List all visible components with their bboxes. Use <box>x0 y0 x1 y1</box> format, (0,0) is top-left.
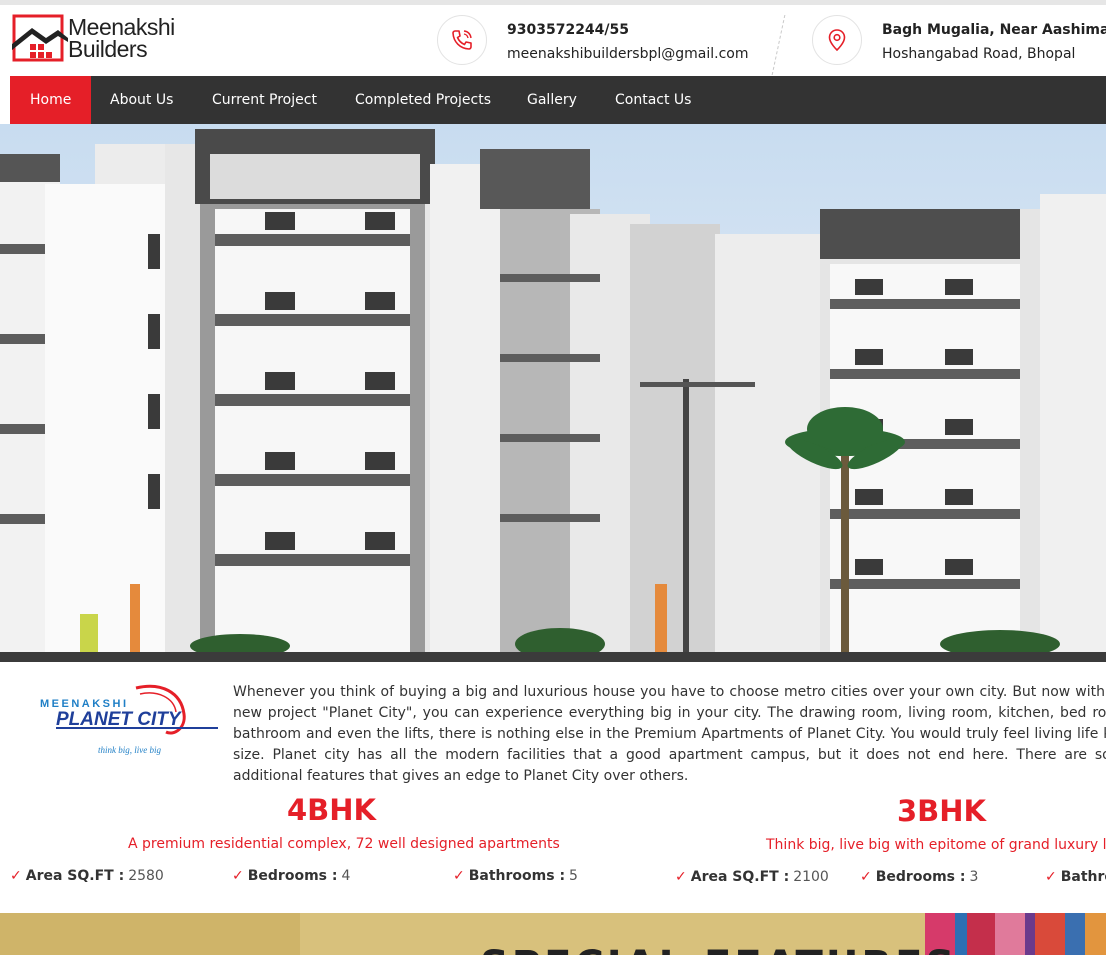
site-header: Meenakshi Builders 9303572244/55 meenaks… <box>0 5 1106 76</box>
planet-city-logo-line2: PLANET CITY <box>56 709 183 730</box>
spec-label: Bedrooms : <box>247 868 338 884</box>
logo-name-line2: Builders <box>68 36 148 62</box>
spec-bedrooms-4bhk: ✓ Bedrooms :4 <box>232 868 350 884</box>
spec-area-4bhk: ✓ Area SQ.FT :2580 <box>10 868 164 884</box>
logo-name-line1: Meenakshi <box>68 14 175 40</box>
spec-label: Bathro <box>1060 869 1106 885</box>
spec-value: 2100 <box>793 869 829 885</box>
address-line2: Hoshangabad Road, Bhopal <box>882 46 1076 62</box>
check-icon: ✓ <box>10 868 22 884</box>
planet-city-logo-tagline: think big, live big <box>98 745 161 755</box>
section-title-special-features: SPECIAL FEATURES <box>480 943 957 955</box>
bhk-title-4bhk: 4BHK <box>287 793 377 827</box>
planet-city-logo: MEENAKSHI PLANET CITY think big, live bi… <box>36 680 226 760</box>
header-divider <box>758 15 786 75</box>
spec-value: 4 <box>341 868 351 884</box>
special-features-section: SPECIAL FEATURES <box>0 913 1106 955</box>
spec-bathrooms-4bhk: ✓ Bathrooms :5 <box>453 868 578 884</box>
email-address[interactable]: meenakshibuildersbpl@gmail.com <box>507 46 748 62</box>
hero-bottom-bar <box>0 652 1106 662</box>
location-pin-icon <box>812 15 862 65</box>
logo-house-icon <box>12 14 68 62</box>
spec-value: 2580 <box>128 868 164 884</box>
spec-bathrooms-3bhk: ✓Bathro <box>1045 869 1106 885</box>
hero-banner-image <box>0 124 1106 652</box>
check-icon: ✓ <box>232 868 244 884</box>
bhk-title-3bhk: 3BHK <box>897 794 987 828</box>
spec-label: Bathrooms : <box>468 868 566 884</box>
spec-bedrooms-3bhk: ✓ Bedrooms :3 <box>860 869 978 885</box>
nav-item-gallery[interactable]: Gallery <box>527 76 577 124</box>
spec-label: Area SQ.FT : <box>690 869 790 885</box>
check-icon: ✓ <box>453 868 465 884</box>
spec-area-3bhk: ✓ Area SQ.FT :2100 <box>675 869 829 885</box>
nav-item-home[interactable]: Home <box>10 76 92 124</box>
intro-paragraph: Whenever you think of buying a big and l… <box>233 684 1106 784</box>
main-nav: Home About Us Current Project Completed … <box>10 76 1106 124</box>
nav-item-contact-us[interactable]: Contact Us <box>615 76 691 124</box>
address-line1: Bagh Mugalia, Near Aashima M <box>882 22 1106 38</box>
phone-number[interactable]: 9303572244/55 <box>507 22 629 38</box>
check-icon: ✓ <box>1045 869 1057 885</box>
check-icon: ✓ <box>675 869 687 885</box>
nav-item-current-project[interactable]: Current Project <box>212 76 317 124</box>
site-logo[interactable]: Meenakshi Builders <box>12 14 182 70</box>
check-icon: ✓ <box>860 869 872 885</box>
nav-item-about-us[interactable]: About Us <box>110 76 173 124</box>
spec-label: Bedrooms : <box>875 869 966 885</box>
phone-icon <box>437 15 487 65</box>
spec-label: Area SQ.FT : <box>25 868 125 884</box>
spec-value: 5 <box>569 868 578 884</box>
bhk-subtitle-4bhk: A premium residential complex, 72 well d… <box>128 836 560 852</box>
bhk-subtitle-3bhk: Think big, live big with epitome of gran… <box>766 837 1106 853</box>
nav-item-completed-projects[interactable]: Completed Projects <box>355 76 491 124</box>
spec-value: 3 <box>969 869 979 885</box>
